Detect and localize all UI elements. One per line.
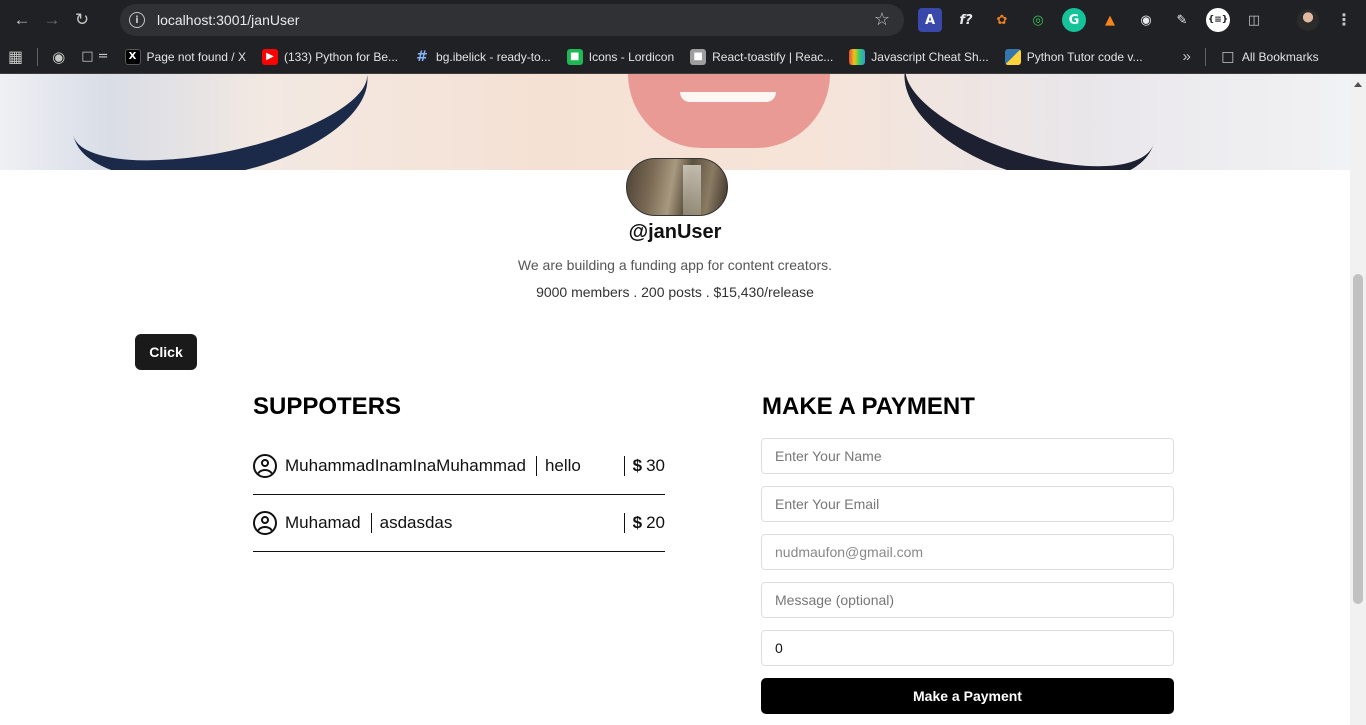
page-content: @janUser We are building a funding app f… [0, 74, 1350, 725]
bookmark-star-icon[interactable]: ☆ [874, 9, 890, 30]
bookmark-item[interactable]: # bg.ibelick - ready-to... [406, 44, 559, 70]
bookmark-separator [37, 47, 39, 66]
bookmark-label: Javascript Cheat Sh... [871, 49, 989, 64]
supporter-message: hello [544, 456, 581, 475]
all-bookmarks[interactable]: □ All Bookmarks [1212, 44, 1327, 70]
email-field[interactable]: Enter Your Email [761, 486, 1174, 522]
bookmark-label: Python Tutor code v... [1026, 49, 1143, 64]
supporter-name: Muhamad [285, 513, 361, 532]
bookmark-item[interactable]: X Page not found / X [117, 44, 254, 70]
metamask-extension-icon[interactable]: ▲ [1098, 8, 1122, 32]
browser-menu-icon[interactable]: ⋮ [1336, 10, 1352, 29]
url-text[interactable]: localhost:3001/janUser [157, 12, 299, 28]
profile-bio: We are building a funding app for conten… [517, 257, 833, 273]
bookmark-item[interactable]: Javascript Cheat Sh... [841, 44, 996, 70]
folder-bookmark[interactable]: □ = [73, 44, 116, 70]
currency-symbol: $ [632, 513, 643, 532]
hash-icon: # [416, 48, 428, 65]
apps-grid-icon[interactable]: ▦ [0, 44, 31, 70]
supporter-row: Muhamad asdasdas $20 [253, 495, 665, 552]
supporter-amount: $20 [625, 513, 665, 533]
currency-symbol: $ [632, 456, 643, 475]
payment-title: MAKE A PAYMENT [762, 393, 975, 420]
profile-picture [626, 158, 728, 216]
cover-image [0, 74, 1350, 170]
target-extension-icon[interactable]: ◎ [1026, 8, 1050, 32]
folder-icon: □ [1221, 48, 1235, 65]
name-field[interactable]: Enter Your Name [761, 438, 1174, 474]
supporter-row: MuhammadInamInaMuhammad hello $30 [253, 438, 665, 495]
scroll-thumb[interactable] [1353, 274, 1363, 604]
all-bookmarks-label: All Bookmarks [1241, 49, 1319, 64]
scroll-up-icon[interactable] [1354, 82, 1362, 87]
translate-extension-icon[interactable]: A [918, 8, 942, 32]
eyedropper-extension-icon[interactable]: ✎ [1170, 8, 1194, 32]
bookmarks-bar: ▦ ◉ □ = X Page not found / X ▶ (133) Pytho… [0, 40, 1366, 74]
address-bar[interactable]: i localhost:3001/janUser ☆ [120, 4, 904, 36]
bookmark-item[interactable]: ▶ (133) Python for Be... [254, 44, 406, 70]
page-scrollbar[interactable] [1350, 74, 1366, 725]
toastify-icon: ■ [690, 48, 707, 65]
supporter-amount: $30 [625, 456, 665, 476]
json-extension-icon[interactable]: {≡} [1206, 8, 1230, 32]
amount-value: 20 [646, 513, 665, 532]
message-field[interactable]: Message (optional) [761, 582, 1174, 618]
extensions-puzzle-icon[interactable]: ◫ [1242, 8, 1266, 32]
make-payment-button[interactable]: Make a Payment [761, 678, 1174, 714]
lordicon-icon: ■ [566, 48, 583, 65]
formula-extension-icon[interactable]: f? [954, 8, 978, 32]
python-icon [1004, 48, 1021, 65]
profile-handle: @janUser [628, 221, 722, 243]
youtube-icon: ▶ [261, 48, 278, 65]
bookmark-label: (133) Python for Be... [283, 49, 399, 64]
grammarly-extension-icon[interactable]: G [1062, 8, 1086, 32]
bookmark-label: Icons - Lordicon [588, 49, 675, 64]
site-info-icon[interactable]: i [129, 12, 145, 28]
x-logo-icon: X [124, 48, 141, 65]
back-icon[interactable]: ← [7, 5, 37, 35]
extensions-bar: A f? ✿ ◎ G ▲ ◉ ✎ {≡} ◫ [918, 8, 1266, 32]
supporter-name: MuhammadInamInaMuhammad [285, 456, 526, 475]
profile-stats: 9000 members . 200 posts . $15,430/relea… [536, 284, 814, 300]
email-field-filled[interactable]: nudmaufon@gmail.com [761, 534, 1174, 570]
amount-value: 30 [646, 456, 665, 475]
bookmark-item[interactable]: ■ Icons - Lordicon [559, 44, 682, 70]
user-circle-icon [253, 454, 277, 478]
bookmark-label: Page not found / X [146, 49, 246, 64]
supporter-message: asdasdas [379, 513, 453, 532]
reload-icon[interactable]: ↻ [67, 5, 97, 35]
bookmark-item[interactable]: ■ React-toastify | Reac... [682, 44, 841, 70]
more-bookmarks-icon[interactable]: » [1175, 44, 1199, 70]
globe-icon[interactable]: ◉ [44, 44, 73, 70]
user-circle-icon [253, 511, 277, 535]
forward-icon[interactable]: → [37, 5, 67, 35]
cookie-extension-icon[interactable]: ✿ [990, 8, 1014, 32]
bookmark-label: React-toastify | Reac... [712, 49, 834, 64]
spy-extension-icon[interactable]: ◉ [1134, 8, 1158, 32]
bookmark-separator [1204, 47, 1206, 66]
bookmark-label: bg.ibelick - ready-to... [436, 49, 551, 64]
browser-toolbar: ← → ↻ i localhost:3001/janUser ☆ A f? ✿ … [0, 0, 1366, 40]
profile-avatar[interactable] [1297, 9, 1319, 31]
click-button[interactable]: Click [135, 334, 197, 370]
bookmark-item[interactable]: Python Tutor code v... [997, 44, 1151, 70]
amount-field[interactable]: 0 [761, 630, 1174, 666]
supporters-title: SUPPOTERS [253, 393, 402, 420]
cheatsheet-icon [849, 48, 866, 65]
